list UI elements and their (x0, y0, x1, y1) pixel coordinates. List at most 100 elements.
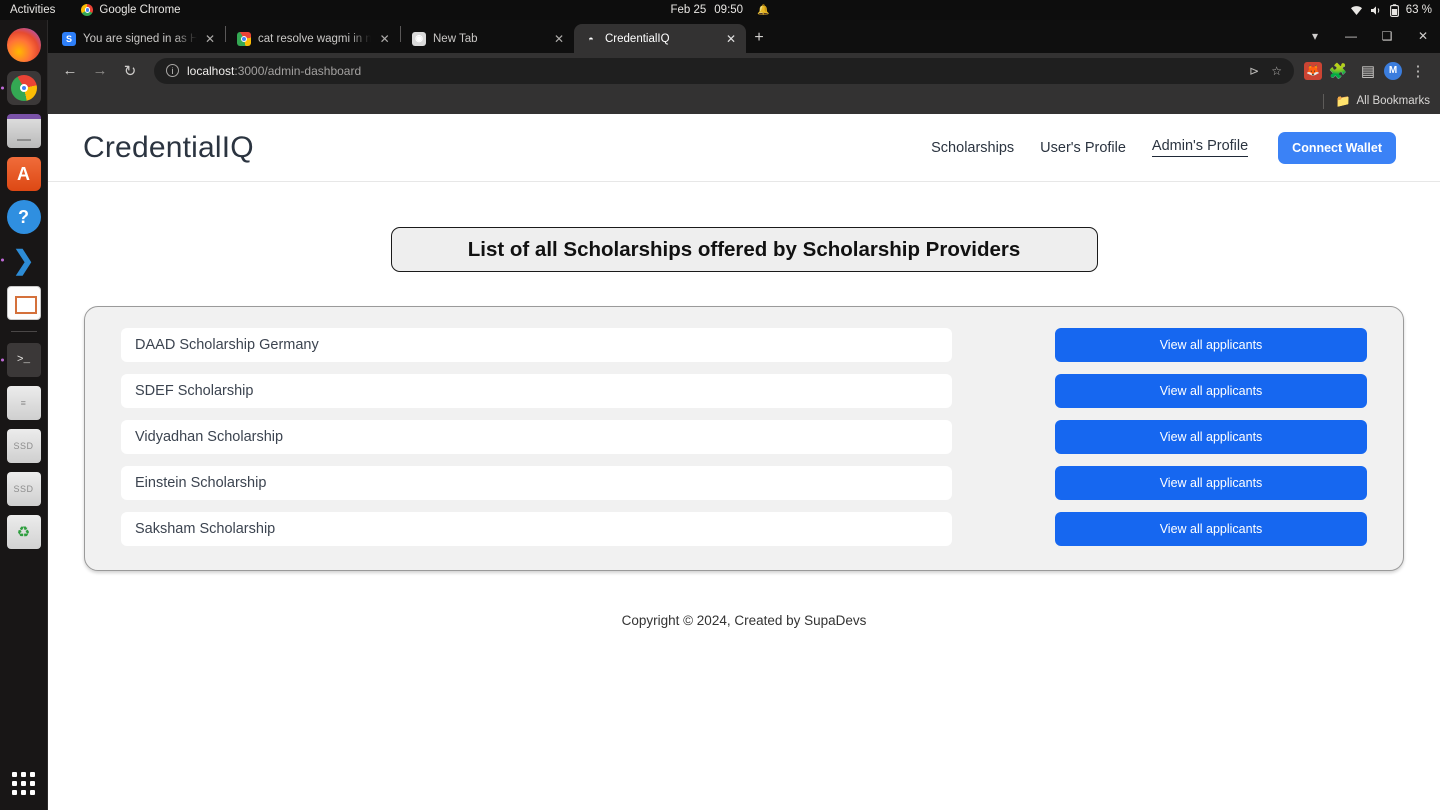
tab-search-icon[interactable]: ▾ (1298, 23, 1332, 49)
chrome-window: S You are signed in as Hack ✕ cat resolv… (48, 20, 1440, 810)
notifications-bell-icon: 🔔 (757, 4, 770, 16)
nav-item-scholarships[interactable]: Scholarships (931, 140, 1014, 156)
battery-percent-label: 63 % (1405, 4, 1432, 16)
tab-title: New Tab (433, 32, 478, 45)
site-info-icon[interactable]: i (166, 64, 179, 77)
metamask-extension-icon[interactable]: 🦊 (1304, 61, 1322, 80)
battery-icon (1389, 3, 1399, 17)
view-all-applicants-button[interactable]: View all applicants (1055, 328, 1367, 362)
tab-close-icon[interactable]: ✕ (204, 32, 216, 46)
scholarship-name: DAAD Scholarship Germany (121, 328, 952, 362)
bookmarks-bar: 📁 All Bookmarks (48, 88, 1440, 114)
omnibox-actions: ⊳ ☆ (1249, 64, 1282, 78)
tab-divider (225, 25, 226, 42)
table-row: Saksham Scholarship View all applicants (121, 512, 1367, 546)
close-icon[interactable]: ✕ (1406, 23, 1440, 49)
main-nav: Scholarships User's Profile Admin's Prof… (931, 131, 1396, 164)
scholarship-name: Saksham Scholarship (121, 512, 952, 546)
dock-item-firefox[interactable] (6, 28, 41, 62)
reload-icon[interactable]: ↻ (116, 57, 144, 85)
minimize-icon[interactable]: — (1334, 23, 1368, 49)
tab-close-icon[interactable]: ✕ (378, 32, 391, 46)
table-row: Vidyadhan Scholarship View all applicant… (121, 420, 1367, 454)
dock-item-help[interactable]: ? (6, 200, 41, 234)
view-all-applicants-button[interactable]: View all applicants (1055, 512, 1367, 546)
activities-button[interactable]: Activities (10, 4, 55, 16)
connect-wallet-button[interactable]: Connect Wallet (1278, 131, 1396, 164)
chrome-icon (81, 4, 94, 16)
page-footer: Copyright © 2024, Created by SupaDevs (621, 613, 867, 628)
new-tab-button[interactable]: + (746, 25, 772, 51)
bookmarks-divider (1322, 93, 1324, 109)
extensions-puzzle-icon[interactable]: 🧩 (1324, 57, 1352, 85)
dock-item-libreoffice-impress[interactable] (6, 286, 41, 320)
all-bookmarks-label[interactable]: All Bookmarks (1357, 95, 1431, 107)
browser-toolbar: ← → ↻ i localhost:3000/admin-dashboard ⊳… (48, 53, 1440, 88)
three-dot-menu-icon[interactable]: ⋮ (1404, 57, 1432, 85)
dock-item-trash[interactable]: ♻ (6, 515, 41, 549)
window-controls: ▾ — ❑ ✕ (1298, 23, 1440, 49)
tab-strip: S You are signed in as Hack ✕ cat resolv… (48, 20, 1440, 53)
wifi-icon (1350, 5, 1363, 16)
chrome-icon (10, 75, 37, 101)
clock-area[interactable]: Feb 25 09:50 🔔 (670, 4, 769, 16)
forward-arrow-icon[interactable]: → (86, 57, 114, 85)
tab-search-result[interactable]: cat resolve wagmi in nex ✕ (227, 24, 399, 53)
system-status-area[interactable]: 63 % (1350, 3, 1432, 17)
table-row: Einstein Scholarship View all applicants (121, 466, 1367, 500)
table-row: SDEF Scholarship View all applicants (121, 374, 1367, 408)
view-all-applicants-button[interactable]: View all applicants (1055, 420, 1367, 454)
share-icon[interactable]: ⊳ (1249, 64, 1259, 78)
dock-item-google-chrome[interactable] (6, 71, 41, 105)
dock-item-disks[interactable]: ≡ (6, 386, 41, 420)
star-icon[interactable]: ☆ (1271, 64, 1282, 78)
profile-avatar[interactable]: M (1384, 61, 1402, 80)
tab-title: CredentialIQ (605, 32, 670, 45)
dock-item-files[interactable] (6, 114, 41, 148)
dock-separator (10, 331, 37, 332)
tab-divider (400, 25, 401, 42)
scholarship-name: SDEF Scholarship (121, 374, 952, 408)
dock-item-ubuntu-software[interactable]: A (6, 157, 41, 191)
tab-slack[interactable]: S You are signed in as Hack ✕ (52, 24, 224, 53)
dock-item-terminal[interactable]: >_ (6, 343, 41, 377)
focused-app-label: Google Chrome (99, 4, 181, 16)
focused-app-indicator[interactable]: Google Chrome (81, 4, 181, 16)
page-banner-title: List of all Scholarships offered by Scho… (390, 227, 1098, 272)
scholarship-name: Einstein Scholarship (121, 466, 952, 500)
view-all-applicants-button[interactable]: View all applicants (1055, 466, 1367, 500)
chrome-icon (237, 31, 251, 46)
globe-icon: ◉ (412, 31, 426, 46)
dock-item-vscode[interactable]: ❯ (7, 243, 41, 277)
tab-title: You are signed in as Hack (83, 32, 198, 45)
volume-icon (1370, 5, 1383, 16)
url-host: localhost (187, 63, 235, 78)
dock-item-ssd-volume-1[interactable]: SSD (6, 429, 41, 463)
slack-icon: S (62, 31, 76, 46)
back-arrow-icon[interactable]: ← (56, 57, 84, 85)
nav-item-users-profile[interactable]: User's Profile (1040, 140, 1126, 156)
tab-close-icon[interactable]: ✕ (552, 32, 566, 46)
address-bar[interactable]: i localhost:3000/admin-dashboard ⊳ ☆ (154, 57, 1294, 84)
url-text: localhost:3000/admin-dashboard (187, 64, 361, 78)
scholarship-name: Vidyadhan Scholarship (121, 420, 952, 454)
side-panel-icon[interactable]: ▤ (1354, 57, 1382, 85)
maximize-icon[interactable]: ❑ (1370, 23, 1404, 49)
clock-date: Feb 25 (670, 4, 707, 16)
view-all-applicants-button[interactable]: View all applicants (1055, 374, 1367, 408)
tab-new-tab[interactable]: ◉ New Tab ✕ (402, 24, 574, 53)
dock-item-ssd-volume-2[interactable]: SSD (6, 472, 41, 506)
ubuntu-dock: A ? ❯ >_ ≡ SSD SSD ♻ (0, 20, 48, 810)
page-viewport: CredentialIQ Scholarships User's Profile… (48, 114, 1440, 810)
tab-close-icon[interactable]: ✕ (724, 32, 738, 46)
url-path: :3000/admin-dashboard (234, 63, 362, 78)
site-header: CredentialIQ Scholarships User's Profile… (48, 114, 1440, 182)
page-body: List of all Scholarships offered by Scho… (48, 227, 1440, 628)
clock-time: 09:50 (714, 4, 744, 16)
scholarship-list-card: DAAD Scholarship Germany View all applic… (84, 306, 1404, 571)
show-applications-icon[interactable] (7, 766, 41, 800)
tab-credentialiq[interactable]: ◓ CredentialIQ ✕ (574, 24, 746, 53)
gnome-top-bar: Activities Google Chrome Feb 25 09:50 🔔 … (0, 0, 1440, 20)
nav-item-admins-profile[interactable]: Admin's Profile (1151, 138, 1249, 157)
table-row: DAAD Scholarship Germany View all applic… (121, 328, 1367, 362)
